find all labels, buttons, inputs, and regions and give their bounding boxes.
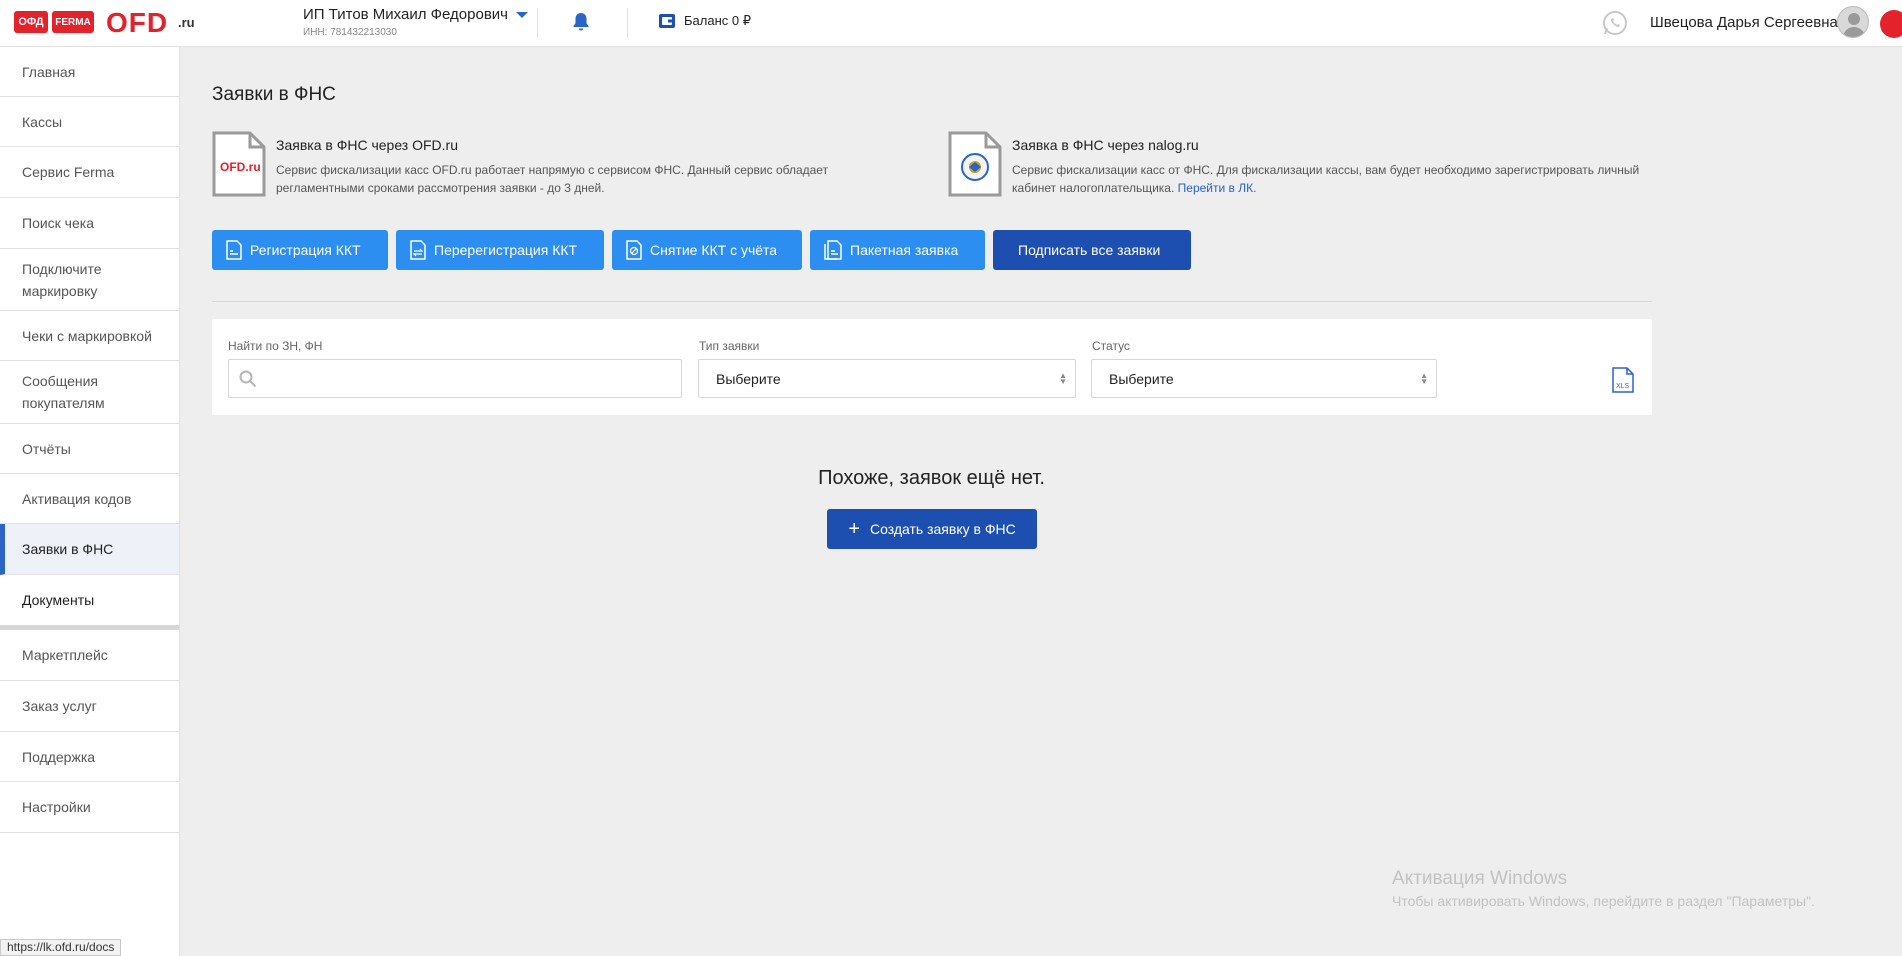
organization-name: ИП Титов Михаил Федорович [303, 6, 508, 23]
status-label: Статус [1092, 339, 1130, 353]
status-select-value: Выберите [1109, 371, 1174, 387]
document-cancel-icon [626, 240, 642, 260]
info-block-nalog: Заявка в ФНС через nalog.ru Сервис фиска… [948, 131, 1648, 202]
sidebar-item-fns-requests[interactable]: Заявки в ФНС [0, 524, 179, 575]
avatar[interactable] [1837, 6, 1869, 38]
go-to-cabinet-link[interactable]: Перейти в ЛК. [1178, 181, 1257, 195]
batch-request-button[interactable]: Пакетная заявка [810, 230, 985, 270]
sidebar-item-order-services[interactable]: Заказ услуг [0, 681, 179, 732]
filters-panel: Найти по ЗН, ФН Тип заявки Выберите ▲ ▼ С… [212, 319, 1652, 415]
sidebar-item-label: Заявки в ФНС [22, 541, 114, 557]
create-fns-request-button[interactable]: + Создать заявку в ФНС [827, 509, 1037, 549]
type-label: Тип заявки [699, 339, 760, 353]
page-title: Заявки в ФНС [212, 84, 336, 105]
sidebar-item-label: Главная [22, 63, 76, 80]
fns-emblem-document-icon [948, 131, 1002, 202]
document-icon [226, 240, 242, 260]
sidebar-item-label: Поиск чека [22, 215, 94, 231]
ofd-badge-logo[interactable]: ОФД [14, 11, 48, 33]
info-ofd-title: Заявка в ФНС через OFD.ru [276, 137, 458, 153]
balance-label: Баланс 0 ₽ [684, 13, 751, 28]
reregister-kkt-button[interactable]: Перерегистрация ККТ [396, 230, 604, 270]
sidebar-item-label: Активация кодов [22, 490, 132, 507]
create-fns-request-label: Создать заявку в ФНС [870, 521, 1016, 537]
user-name[interactable]: Швецова Дарья Сергеевна [1650, 14, 1838, 31]
sidebar-item-documents[interactable]: Документы [0, 575, 179, 625]
organization-inn: ИНН: 781432213030 [303, 27, 397, 38]
sidebar-item-label: Подключите маркировку [22, 260, 102, 299]
sidebar-item-home[interactable]: Главная [0, 47, 179, 97]
register-kkt-label: Регистрация ККТ [250, 242, 361, 258]
reregister-kkt-label: Перерегистрация ККТ [434, 242, 578, 258]
ofd-document-icon: OFD.ru [212, 131, 266, 202]
sidebar-item-ferma-service[interactable]: Сервис Ferma [0, 147, 179, 198]
balance[interactable]: Баланс 0 ₽ [658, 13, 751, 29]
sign-all-button[interactable]: Подписать все заявки [993, 230, 1191, 270]
sidebar-item-label: Сообщения покупателям [22, 373, 105, 411]
windows-activation-subtitle: Чтобы активировать Windows, перейдите в … [1392, 893, 1815, 909]
wallet-icon [659, 14, 675, 28]
search-icon [239, 370, 257, 388]
info-ofd-text: Сервис фискализации касс OFD.ru работает… [276, 163, 829, 195]
info-nalog-title: Заявка в ФНС через nalog.ru [1012, 137, 1199, 153]
header-divider [537, 8, 538, 38]
svg-text:OFD.ru: OFD.ru [220, 160, 261, 174]
register-kkt-button[interactable]: Регистрация ККТ [212, 230, 388, 270]
sidebar-item-label: Заказ услуг [22, 698, 97, 714]
empty-state-message: Похоже, заявок ещё нет. [818, 467, 1045, 489]
sidebar-item-customer-messages[interactable]: Сообщения покупателям [0, 361, 179, 424]
sidebar-item-cash-registers[interactable]: Кассы [0, 97, 179, 147]
info-nalog-text: Сервис фискализации касс от ФНС. Для фис… [1012, 163, 1640, 195]
sidebar-item-label: Отчёты [22, 440, 71, 457]
ofd-logo[interactable]: OFD [106, 7, 168, 39]
sidebar-item-label: Чеки с маркировкой [22, 327, 152, 344]
search-input[interactable] [228, 359, 682, 398]
sidebar-item-settings[interactable]: Настройки [0, 782, 179, 833]
ofd-logo-suffix: .ru [178, 15, 195, 30]
sidebar-item-label: Сервис Ferma [22, 164, 115, 180]
info-block-ofd: OFD.ru Заявка в ФНС через OFD.ru Сервис … [212, 131, 872, 202]
bell-icon[interactable] [572, 12, 590, 37]
whatsapp-icon[interactable] [1601, 9, 1629, 42]
windows-activation-title: Активация Windows [1392, 868, 1568, 889]
divider [212, 301, 1652, 302]
type-select-value: Выберите [716, 371, 781, 387]
sidebar-item-label: Кассы [22, 113, 63, 130]
svg-text:XLS: XLS [1616, 383, 1630, 390]
ferma-badge-logo[interactable]: FERMA [52, 11, 94, 33]
info-nalog-text-block: Сервис фискализации касс от ФНС. Для фис… [1012, 161, 1648, 197]
sidebar: Главная Кассы Сервис Ferma Поиск чека По… [0, 47, 180, 956]
sidebar-item-label: Поддержка [22, 748, 96, 765]
document-exchange-icon [410, 240, 426, 260]
top-header: ОФД FERMA OFD .ru ИП Титов Михаил Федоро… [0, 0, 1902, 47]
sort-arrows-icon: ▲ ▼ [1420, 371, 1428, 386]
deregister-kkt-label: Снятие ККТ с учёта [650, 242, 778, 258]
apps-grid-icon[interactable] [1880, 10, 1902, 38]
sidebar-item-label: Документы [22, 592, 95, 608]
chevron-down-icon [516, 11, 528, 18]
sidebar-item-support[interactable]: Поддержка [0, 732, 179, 782]
organization-selector[interactable]: ИП Титов Михаил Федорович ИНН: 781432213… [303, 6, 528, 38]
plus-icon: + [848, 518, 860, 540]
status-select[interactable]: Выберите ▲ ▼ [1091, 359, 1437, 398]
deregister-kkt-button[interactable]: Снятие ККТ с учёта [612, 230, 802, 270]
documents-stack-icon [824, 240, 842, 260]
search-label: Найти по ЗН, ФН [228, 339, 323, 353]
header-divider [627, 8, 628, 38]
action-buttons: Регистрация ККТ Перерегистрация ККТ Снят… [212, 230, 1191, 270]
batch-request-label: Пакетная заявка [850, 242, 959, 258]
status-bar-url: https://lk.ofd.ru/docs [0, 939, 122, 956]
sidebar-item-connect-marking[interactable]: Подключите маркировку [0, 249, 179, 311]
sign-all-label: Подписать все заявки [1018, 242, 1161, 258]
sidebar-item-label: Маркетплейс [22, 647, 108, 663]
sort-arrows-icon: ▲ ▼ [1059, 371, 1067, 386]
type-select[interactable]: Выберите ▲ ▼ [698, 359, 1076, 398]
sidebar-item-marketplace[interactable]: Маркетплейс [0, 630, 179, 681]
sidebar-item-label: Настройки [22, 799, 91, 815]
sidebar-item-receipt-search[interactable]: Поиск чека [0, 198, 179, 249]
xls-export-icon[interactable]: XLS [1612, 367, 1634, 398]
sidebar-item-marked-receipts[interactable]: Чеки с маркировкой [0, 311, 179, 361]
